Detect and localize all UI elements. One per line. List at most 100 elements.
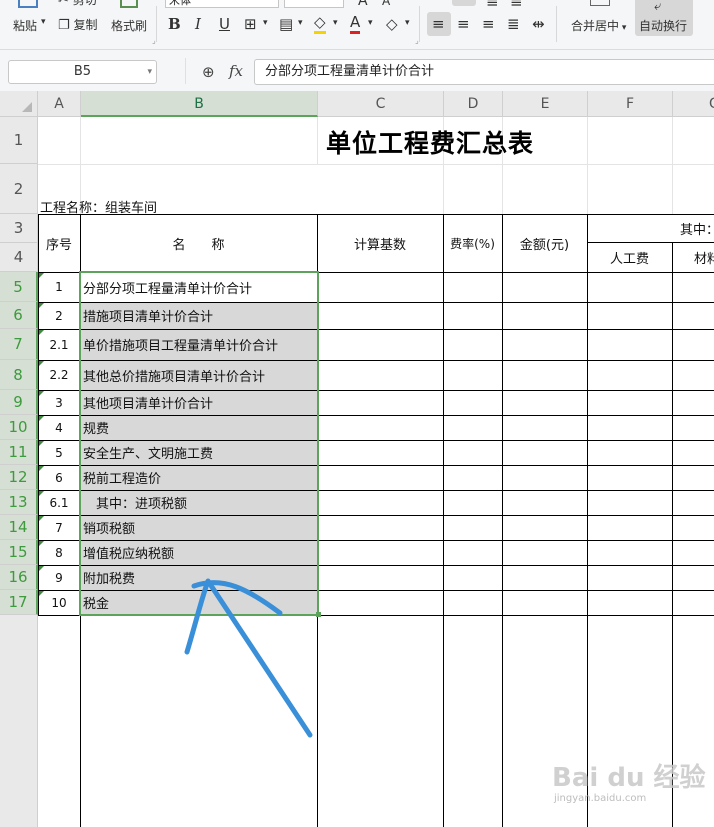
copy-button[interactable]: ❐ 复制	[58, 16, 98, 33]
row-header-5[interactable]: 5	[0, 272, 38, 302]
header-among: 其中：	[680, 222, 714, 238]
font-color-dropdown-icon[interactable]: ▾	[368, 18, 373, 28]
row-seq-6: 4	[55, 420, 63, 435]
row-seq-4: 2.2	[49, 368, 69, 382]
row-seq-12: 9	[55, 570, 63, 585]
format-painter-icon	[120, 0, 138, 8]
row-header-16[interactable]: 16	[0, 565, 38, 590]
formula-bar: B5 ▾ ⊕ fx 分部分项工程量清单计价合计	[0, 50, 714, 91]
row-header-15[interactable]: 15	[0, 540, 38, 565]
row-header-7[interactable]: 7	[0, 329, 38, 360]
row-header-2[interactable]: 2	[0, 164, 38, 214]
align-right-icon[interactable]: ≡	[482, 15, 495, 33]
number-as-text-indicator	[39, 330, 44, 335]
group-expand-icon[interactable]: ⌟	[152, 36, 156, 45]
ribbon-toolbar: 粘贴 ▾ ✂ 剪切 ❐ 复制 格式刷 宋体 A A B I U ⊞ ▾ ▤ ▾ …	[0, 0, 714, 50]
row-header-14[interactable]: 14	[0, 515, 38, 540]
zoom-icon[interactable]: ⊕	[202, 63, 215, 81]
clear-dropdown-icon[interactable]: ▾	[405, 18, 410, 28]
merge-center-button[interactable]: 合并居中 ▾	[571, 17, 626, 34]
number-as-text-indicator	[39, 441, 44, 446]
number-as-text-indicator	[39, 566, 44, 571]
row-header-4[interactable]: 4	[0, 243, 38, 272]
fx-icon[interactable]: fx	[229, 62, 243, 80]
underline-button[interactable]: U	[219, 15, 230, 33]
row-seq-1: 1	[55, 280, 63, 294]
fill-color-icon[interactable]: ◇	[314, 13, 326, 34]
number-as-text-indicator	[39, 591, 44, 596]
header-labor: 人工费	[609, 251, 649, 267]
column-header-f[interactable]: F	[588, 91, 673, 117]
row-header-12[interactable]: 12	[0, 465, 38, 490]
clear-format-icon[interactable]: ◇	[386, 15, 398, 33]
row-header-3[interactable]: 3	[0, 214, 38, 243]
number-as-text-indicator	[39, 416, 44, 421]
font-group-expand-icon[interactable]: ⌟	[415, 36, 419, 45]
auto-wrap-icon: ⤶	[654, 0, 662, 14]
bold-button[interactable]: B	[168, 15, 181, 33]
column-header-d[interactable]: D	[444, 91, 503, 117]
align-left-button[interactable]: ≡	[427, 12, 451, 36]
column-header-g[interactable]: G	[673, 91, 714, 117]
paste-dropdown-icon[interactable]: ▾	[41, 17, 46, 27]
column-header-c[interactable]: C	[318, 91, 444, 117]
distributed-align-icon[interactable]: ⇹	[532, 15, 545, 33]
sheet-title: 单位工程费汇总表	[326, 129, 535, 158]
row-seq-5: 3	[55, 395, 63, 410]
row-seq-8: 6	[55, 470, 63, 485]
annotation-arrow-icon	[184, 578, 313, 738]
column-header-a[interactable]: A	[38, 91, 81, 117]
number-as-text-indicator	[39, 361, 44, 366]
row-header-1[interactable]: 1	[0, 117, 38, 164]
select-all-corner[interactable]	[0, 91, 38, 117]
row-header-empty	[0, 615, 38, 827]
auto-wrap-button[interactable]: ⤶ 自动换行	[635, 0, 693, 36]
font-name-select[interactable]: 宋体	[165, 0, 279, 8]
row-seq-11: 8	[55, 545, 63, 560]
row-seq-2: 2	[55, 308, 63, 323]
border-icon[interactable]: ⊞	[244, 15, 257, 33]
watermark-url: jingyan.baidu.com	[554, 793, 647, 804]
column-header-e[interactable]: E	[503, 91, 588, 117]
formula-input[interactable]: 分部分项工程量清单计价合计	[254, 59, 714, 85]
font-size-select[interactable]	[284, 0, 344, 8]
row-header-9[interactable]: 9	[0, 390, 38, 415]
align-middle-icon[interactable]: ≡	[486, 0, 499, 11]
cell-style-icon[interactable]: ▤	[279, 15, 293, 33]
paste-button[interactable]: 粘贴	[13, 17, 37, 34]
align-bottom-icon[interactable]: ≡	[510, 0, 523, 11]
italic-button[interactable]: I	[195, 15, 201, 33]
worksheet-grid[interactable]: 单位工程费汇总表 工程名称：组装车间 序号 名 称 计算基数 费率(%) 金额(…	[38, 117, 714, 827]
row-header-8[interactable]: 8	[0, 360, 38, 390]
format-painter-button[interactable]: 格式刷	[111, 17, 147, 34]
border-dropdown-icon[interactable]: ▾	[263, 18, 268, 28]
row-header-13[interactable]: 13	[0, 490, 38, 515]
fill-dropdown-icon[interactable]: ▾	[333, 18, 338, 28]
justify-icon[interactable]: ≣	[507, 15, 520, 33]
copy-icon: ❐	[58, 18, 70, 33]
row-seq-7: 5	[55, 445, 63, 460]
name-box-dropdown-icon[interactable]: ▾	[147, 61, 152, 83]
cell-style-dropdown-icon[interactable]: ▾	[298, 18, 303, 28]
row-header-6[interactable]: 6	[0, 302, 38, 329]
increase-font-icon[interactable]: A	[358, 0, 368, 10]
column-header-b[interactable]: B	[81, 91, 318, 117]
row-seq-3: 2.1	[49, 337, 69, 352]
align-center-icon[interactable]: ≡	[457, 15, 470, 33]
header-material: 材料	[694, 251, 714, 267]
header-base: 计算基数	[353, 237, 406, 253]
number-as-text-indicator	[39, 541, 44, 546]
row-header-10[interactable]: 10	[0, 415, 38, 440]
number-as-text-indicator	[39, 391, 44, 396]
row-header-11[interactable]: 11	[0, 440, 38, 465]
number-as-text-indicator	[39, 491, 44, 496]
cut-button[interactable]: ✂ 剪切	[58, 0, 97, 8]
project-name-label: 工程名称：组装车间	[40, 200, 158, 216]
name-box[interactable]: B5 ▾	[8, 60, 157, 84]
cell-selection-range[interactable]	[79, 271, 319, 616]
decrease-font-icon[interactable]: A	[382, 0, 390, 10]
align-top-button[interactable]	[452, 0, 476, 6]
row-header-17[interactable]: 17	[0, 590, 38, 615]
number-as-text-indicator	[39, 516, 44, 521]
font-color-icon[interactable]: A	[350, 13, 361, 34]
